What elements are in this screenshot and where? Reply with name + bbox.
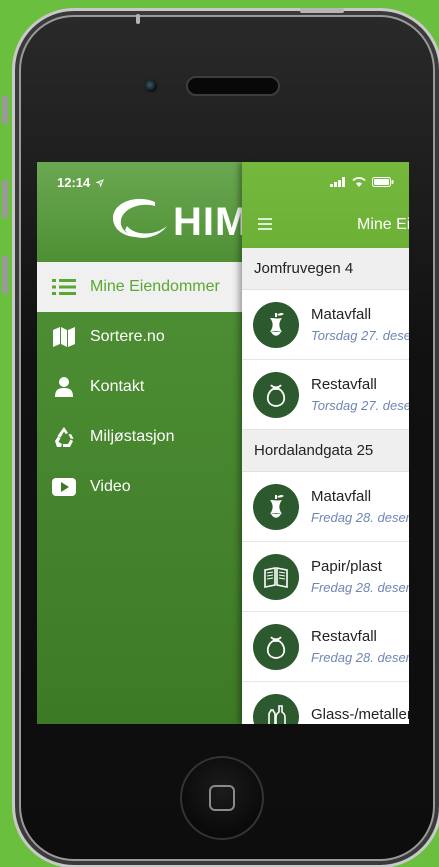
earpiece-speaker bbox=[186, 76, 280, 96]
power-button bbox=[300, 8, 344, 13]
menu-item-kontakt[interactable]: Kontakt bbox=[37, 362, 242, 412]
location-arrow-icon bbox=[95, 179, 104, 188]
page-title: Mine Eiendommer bbox=[357, 216, 409, 233]
pickup-date: Torsdag 27. desember bbox=[311, 398, 409, 413]
mute-switch bbox=[2, 96, 8, 124]
logo-text: HIM bbox=[173, 200, 247, 244]
collection-text: Matavfall Fredag 28. desember bbox=[311, 488, 409, 525]
waste-type: Papir/plast bbox=[311, 558, 382, 575]
screen: 12:14 HIM Mine Eiendommer Sortere.no Kon… bbox=[37, 162, 409, 724]
collection-text: Glass-/metallemballasje bbox=[311, 706, 409, 725]
main-header: Mine Eiendommer bbox=[242, 162, 409, 248]
pickup-date: Fredag 28. desember bbox=[311, 510, 409, 525]
waste-type: Matavfall bbox=[311, 488, 372, 505]
collection-row[interactable]: Matavfall Fredag 28. desember bbox=[242, 472, 409, 542]
menu-item-miljostasjon[interactable]: Miljøstasjon bbox=[37, 412, 242, 462]
menu-item-label: Kontakt bbox=[90, 378, 145, 395]
apple-core-icon bbox=[253, 483, 299, 530]
collection-row[interactable]: Matavfall Torsdag 27. desember bbox=[242, 290, 409, 360]
battery-icon bbox=[372, 176, 394, 187]
top-notch-mark bbox=[136, 14, 140, 24]
menu-item-video[interactable]: Video bbox=[37, 462, 242, 512]
volume-up-button bbox=[2, 180, 8, 218]
menu-item-label: Miljøstasjon bbox=[90, 428, 175, 445]
menu-list: Mine Eiendommer Sortere.no Kontakt Miljø… bbox=[37, 262, 242, 512]
side-menu: 12:14 HIM Mine Eiendommer Sortere.no Kon… bbox=[37, 162, 247, 724]
collection-text: Restavfall Fredag 28. desember bbox=[311, 628, 409, 665]
trash-bag-icon bbox=[253, 371, 299, 418]
list-icon bbox=[51, 276, 77, 298]
waste-type: Glass-/metallemballasje bbox=[311, 705, 409, 723]
recycle-icon bbox=[51, 426, 77, 448]
collection-row[interactable]: Papir/plast Fredag 28. desember bbox=[242, 542, 409, 612]
property-header: Hordalandgata 25 bbox=[242, 430, 409, 472]
waste-type: Matavfall bbox=[311, 306, 372, 323]
property-header: Jomfruvegen 4 bbox=[242, 248, 409, 290]
menu-item-sortere[interactable]: Sortere.no bbox=[37, 312, 242, 362]
hamburger-menu-icon[interactable] bbox=[258, 218, 272, 233]
volume-down-button bbox=[2, 256, 8, 294]
main-panel: Mine Eiendommer Jomfruvegen 4 Matavfall … bbox=[242, 162, 409, 724]
pickup-date: Torsdag 27. desember bbox=[311, 328, 409, 343]
play-icon bbox=[51, 476, 77, 498]
newspaper-icon bbox=[253, 553, 299, 600]
status-time: 12:14 bbox=[57, 175, 104, 190]
collection-row[interactable]: Restavfall Torsdag 27. desember bbox=[242, 360, 409, 430]
apple-core-icon bbox=[253, 301, 299, 348]
signal-icon bbox=[330, 176, 345, 187]
collection-row[interactable]: Restavfall Fredag 28. desember bbox=[242, 612, 409, 682]
menu-item-label: Sortere.no bbox=[90, 328, 165, 345]
pickup-date: Fredag 28. desember bbox=[311, 580, 409, 595]
home-button[interactable] bbox=[180, 756, 264, 840]
collection-text: Papir/plast Fredag 28. desember bbox=[311, 558, 409, 595]
bottle-icon bbox=[253, 693, 299, 724]
person-icon bbox=[51, 376, 77, 398]
collection-row[interactable]: Glass-/metallemballasje bbox=[242, 682, 409, 724]
menu-item-label: Mine Eiendommer bbox=[90, 278, 220, 295]
him-logo: HIM bbox=[107, 194, 247, 246]
logo-swoosh-icon bbox=[113, 198, 167, 238]
waste-type: Restavfall bbox=[311, 376, 377, 393]
status-time-text: 12:14 bbox=[57, 175, 91, 190]
waste-type: Restavfall bbox=[311, 628, 377, 645]
trash-bag-icon bbox=[253, 623, 299, 670]
front-camera bbox=[143, 78, 159, 94]
home-square-icon bbox=[209, 785, 235, 811]
wifi-icon bbox=[352, 177, 366, 187]
collection-text: Matavfall Torsdag 27. desember bbox=[311, 306, 409, 343]
pickup-date: Fredag 28. desember bbox=[311, 650, 409, 665]
map-icon bbox=[51, 326, 77, 348]
status-indicators bbox=[330, 176, 394, 187]
menu-item-label: Video bbox=[90, 478, 131, 495]
collection-text: Restavfall Torsdag 27. desember bbox=[311, 376, 409, 413]
menu-item-mine-eiendommer[interactable]: Mine Eiendommer bbox=[37, 262, 242, 312]
